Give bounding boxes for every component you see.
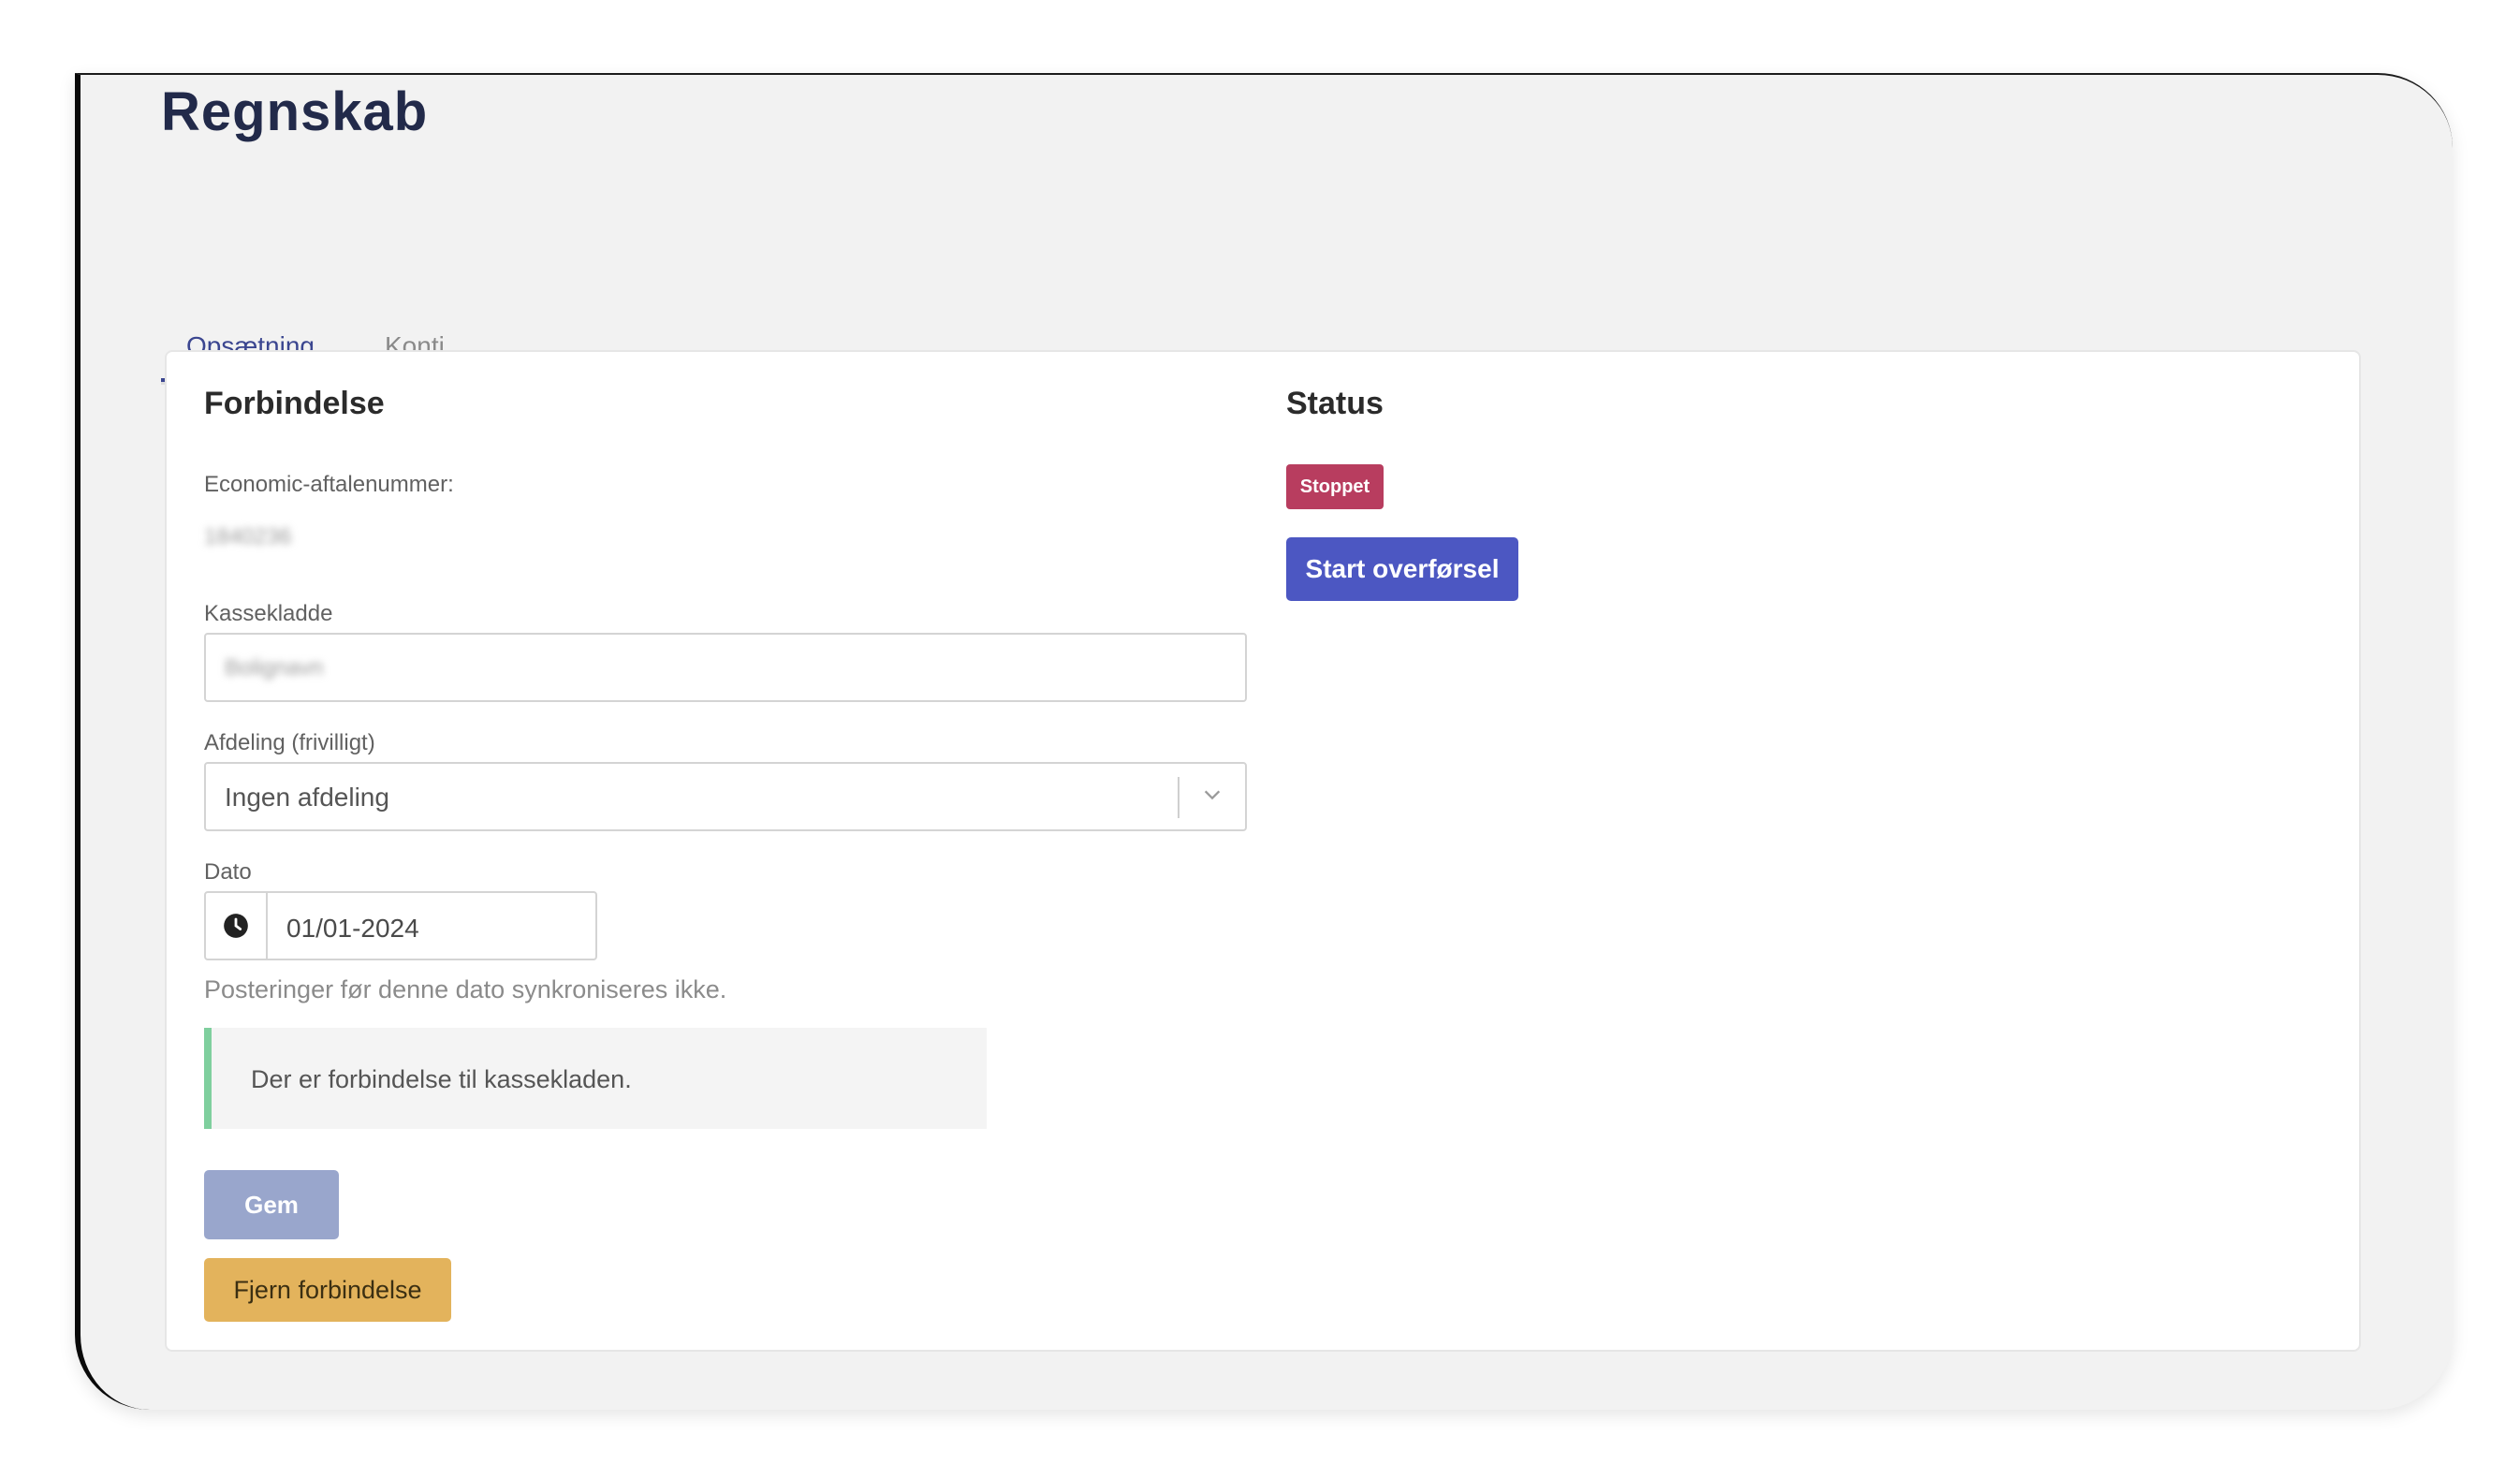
date-value: 01/01-2024 — [286, 914, 419, 943]
date-hint: Posteringer før denne dato synkroniseres… — [204, 975, 727, 1003]
start-transfer-button[interactable]: Start overførsel — [1286, 537, 1518, 601]
save-button[interactable]: Gem — [204, 1170, 339, 1239]
department-select[interactable]: Ingen afdeling — [204, 762, 1247, 831]
status-badge: Stoppet — [1286, 464, 1384, 509]
department-value: Ingen afdeling — [225, 783, 389, 812]
date-icon-box[interactable] — [206, 893, 268, 959]
cashbook-value: Bolignavn — [225, 655, 324, 681]
date-label: Dato — [204, 859, 252, 885]
app-window: Regnskab Opsætning Konti Forbindelse Eco… — [75, 73, 2453, 1410]
date-field[interactable]: 01/01-2024 — [204, 891, 597, 960]
cashbook-label: Kassekladde — [204, 601, 333, 626]
alert-text: Der er forbindelse til kassekladen. — [251, 1065, 632, 1093]
connection-alert: Der er forbindelse til kassekladen. — [204, 1028, 987, 1129]
agreement-label: Economic-aftalenummer: — [204, 472, 454, 497]
chevron-down-icon[interactable] — [1202, 784, 1223, 805]
cashbook-input[interactable]: Bolignavn — [204, 633, 1247, 702]
settings-card: Forbindelse Economic-aftalenummer: 18402… — [165, 350, 2361, 1352]
status-title: Status — [1286, 386, 1384, 421]
remove-connection-button[interactable]: Fjern forbindelse — [204, 1258, 451, 1322]
select-divider — [1178, 777, 1179, 818]
department-label: Afdeling (frivilligt) — [204, 730, 375, 755]
agreement-value: 1840236 — [204, 524, 292, 549]
clock-icon — [224, 914, 248, 938]
connection-title: Forbindelse — [204, 386, 385, 421]
page-title: Regnskab — [161, 81, 429, 142]
